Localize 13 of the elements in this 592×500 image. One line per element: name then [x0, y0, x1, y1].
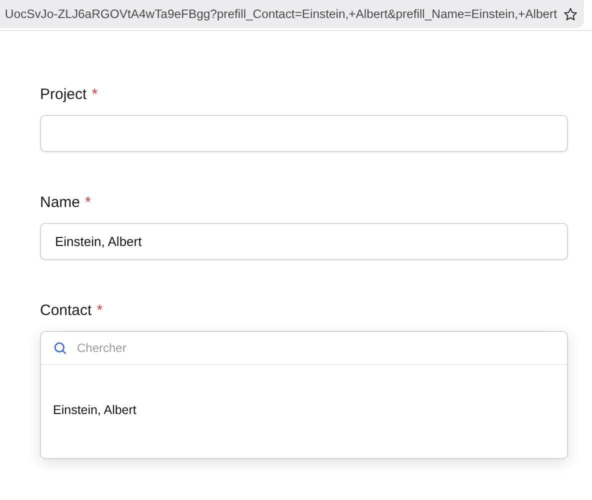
field-label: Project — [40, 86, 87, 103]
required-mark: * — [85, 194, 91, 211]
dropdown-option[interactable]: Einstein, Albert — [41, 403, 567, 417]
text-field[interactable]: Einstein, Albert — [40, 223, 568, 260]
field-label: Contact — [40, 302, 92, 319]
text-field[interactable] — [40, 115, 568, 152]
field-label: Name — [40, 194, 80, 211]
search-icon — [53, 341, 67, 355]
url-text: UocSvJo-ZLJ6aRGOVtA4wTa9eFBgg?prefill_Contact=Einstein,+Albert&prefill_Name=Einstein,+Albert — [4, 7, 557, 21]
required-mark: * — [92, 86, 98, 103]
star-icon[interactable] — [563, 6, 578, 22]
required-mark: * — [96, 302, 103, 319]
address-bar[interactable]: UocSvJo-ZLJ6aRGOVtA4wTa9eFBgg?prefill_Contact=Einstein,+Albert&prefill_Name=Einstein,+Albert — [0, 0, 584, 28]
